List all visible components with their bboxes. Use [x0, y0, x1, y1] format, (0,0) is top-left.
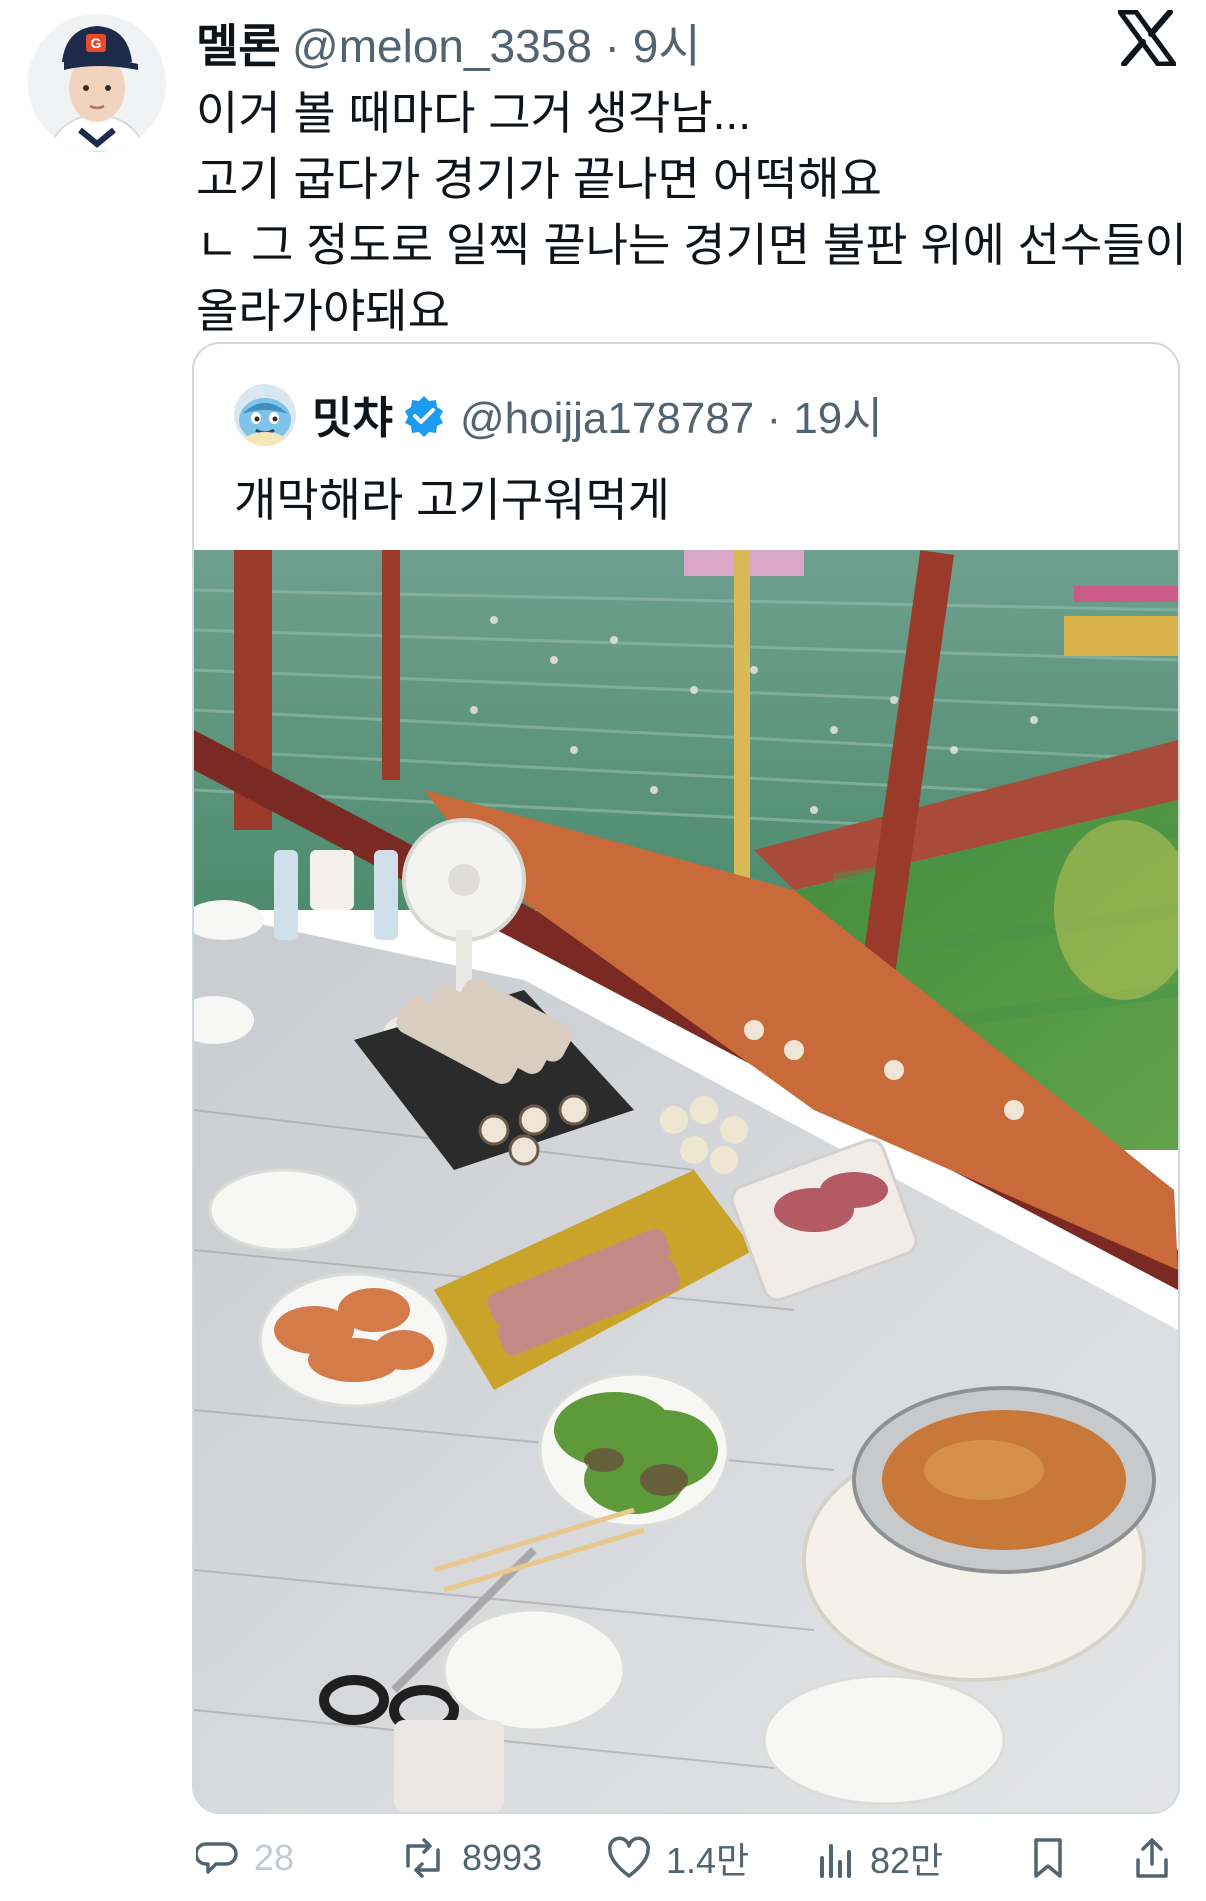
share-button[interactable]	[1132, 1826, 1172, 1890]
author-handle-time[interactable]: @melon_3358 · 9시	[292, 10, 701, 76]
tweet-line: ㄴ 그 정도로 일찍 끝나는 경기면 불판 위에 선수들이	[196, 219, 1187, 271]
quoted-author-handle-time[interactable]: @hoijja178787 · 19시	[460, 382, 883, 446]
bookmark-button[interactable]	[1030, 1826, 1066, 1890]
tweet-line: 올라가야돼요	[196, 285, 450, 337]
like-count: 1.4만	[666, 1840, 750, 1881]
tweet-line: 고기 굽다가 경기가 끝나면 어떡해요	[196, 153, 882, 205]
quoted-avatar-image	[234, 384, 296, 446]
view-count: 82만	[870, 1840, 944, 1881]
x-logo-icon[interactable]	[1118, 10, 1176, 66]
svg-text:G: G	[91, 35, 102, 51]
tweet-line: 이거 볼 때마다 그거 생각남...	[196, 87, 751, 139]
retweet-icon	[406, 1838, 440, 1878]
verified-badge-icon	[405, 396, 443, 437]
quoted-tweet-photo[interactable]	[194, 550, 1178, 1812]
reply-button[interactable]: 28	[196, 1826, 294, 1890]
like-button[interactable]: 1.4만	[606, 1826, 749, 1890]
quoted-tweet-text: 개막해라 고기구워먹게	[234, 474, 670, 526]
quoted-author-avatar[interactable]	[234, 384, 296, 446]
retweet-button[interactable]: 8993	[398, 1826, 542, 1890]
reply-icon	[196, 1842, 238, 1874]
quoted-author-name[interactable]: 밋챠	[312, 382, 393, 446]
reply-count: 28	[254, 1837, 295, 1878]
views-icon	[820, 1844, 851, 1878]
author-name[interactable]: 멜론	[196, 10, 281, 76]
bookmark-icon	[1034, 1838, 1062, 1878]
share-icon	[1136, 1838, 1168, 1878]
avatar-image: G	[28, 14, 166, 152]
retweet-count: 8993	[462, 1837, 543, 1878]
author-avatar[interactable]: G	[28, 14, 166, 152]
views-button[interactable]: 82만	[816, 1826, 943, 1890]
like-icon	[608, 1836, 650, 1878]
quoted-tweet-card[interactable]: 밋챠 @hoijja178787 · 19시 개막해라 고기구워먹게	[192, 342, 1180, 1814]
tweet-text: 이거 볼 때마다 그거 생각남... 고기 굽다가 경기가 끝나면 어떡해요 ㄴ…	[196, 80, 1187, 344]
tweet-action-bar: 28 8993 1.4만 82만	[0, 1826, 1206, 1890]
